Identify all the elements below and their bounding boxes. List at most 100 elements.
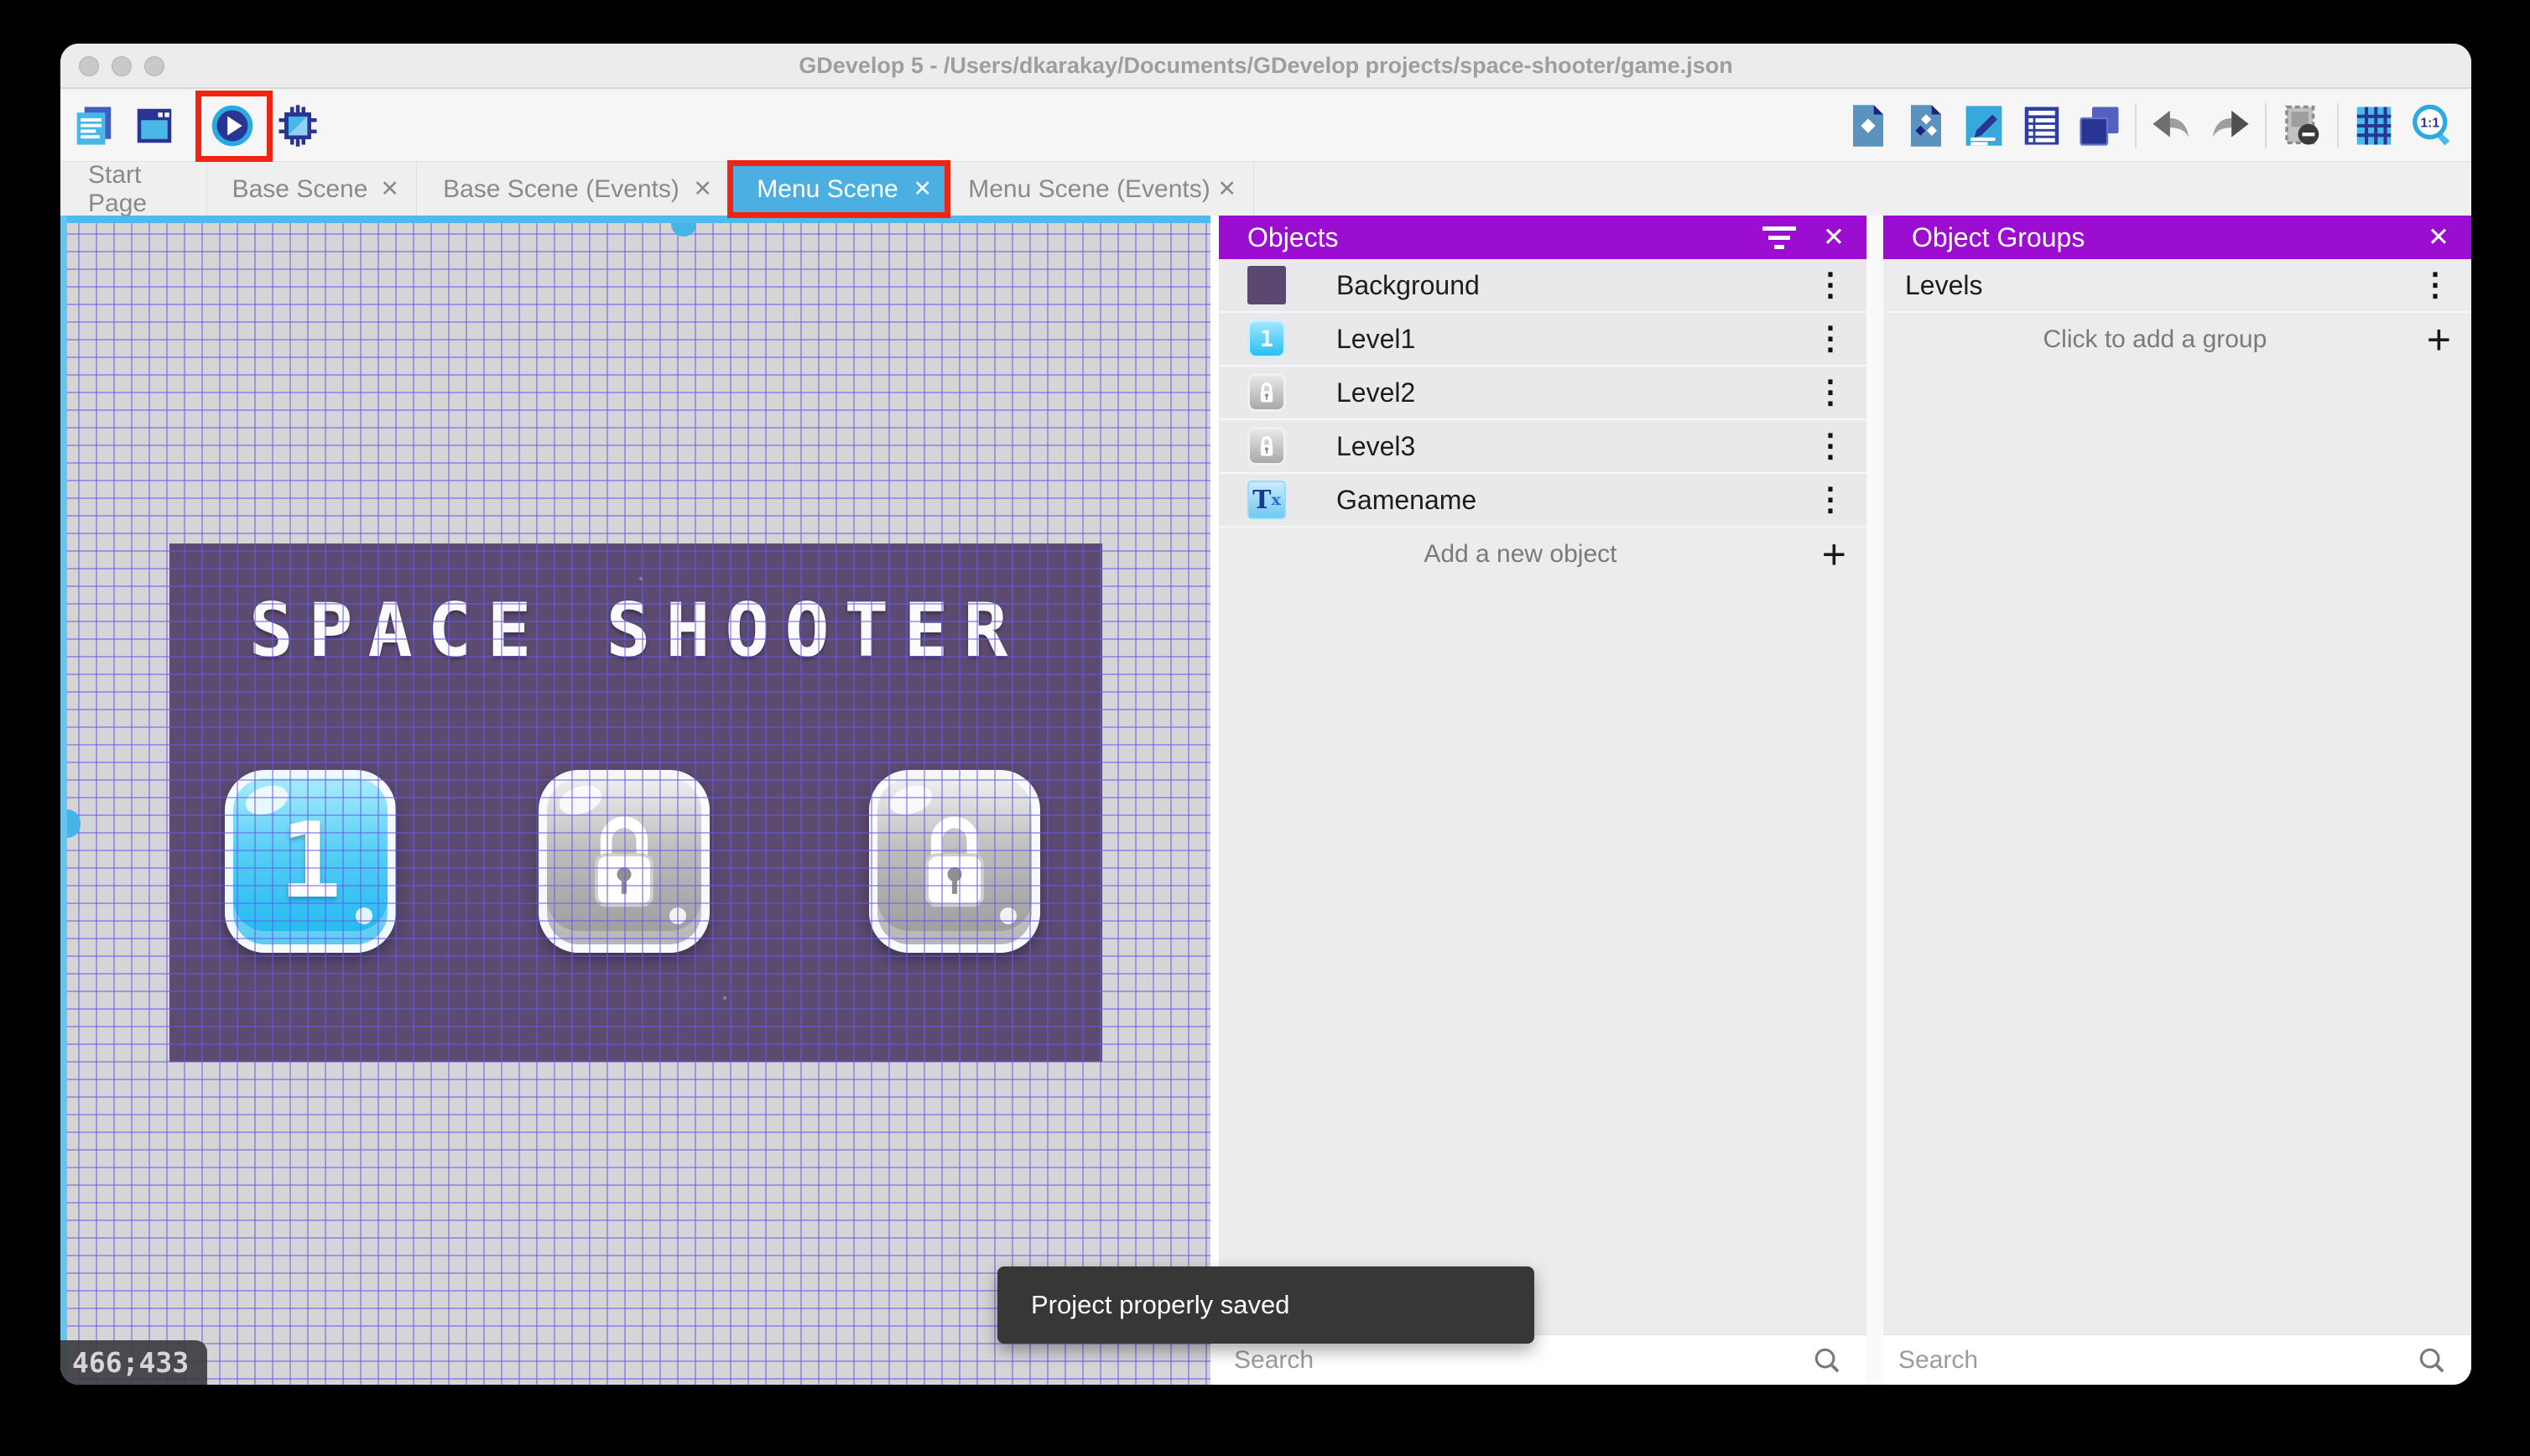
tab-menu-scene[interactable]: Menu Scene ✕ (730, 162, 949, 216)
main-toolbar: 1:1 (60, 91, 2471, 161)
objects-search-input[interactable] (1219, 1344, 1811, 1375)
toggle-instances-list-button[interactable] (2019, 103, 2064, 148)
play-preview-button[interactable] (210, 103, 255, 148)
vertical-scroll-handle[interactable] (67, 809, 81, 838)
toolbar-separator (2135, 103, 2137, 148)
add-group-row[interactable]: Click to add a group + (1883, 313, 2471, 367)
scene-window-icon (137, 108, 172, 143)
group-name: Levels (1905, 269, 1983, 300)
object-menu-icon[interactable]: ⋮ (1814, 484, 1846, 516)
objects-page-icon (1853, 105, 1883, 147)
object-menu-icon[interactable]: ⋮ (1814, 377, 1846, 408)
search-icon (2419, 1348, 2444, 1372)
redo-button[interactable] (2207, 103, 2252, 148)
title-bar: GDevelop 5 - /Users/dkarakay/Documents/G… (60, 44, 2471, 89)
tab-base-scene-events[interactable]: Base Scene (Events) ✕ (417, 162, 730, 216)
tab-close-icon[interactable]: ✕ (913, 176, 932, 202)
lock-icon (595, 816, 653, 907)
grid-icon (2356, 107, 2392, 145)
object-row-level2[interactable]: Level2 ⋮ (1219, 367, 1866, 420)
group-menu-icon[interactable]: ⋮ (2419, 269, 2451, 301)
scene-title-text-object[interactable]: SPACE SHOOTER (169, 587, 1102, 673)
toolbar-separator (2337, 103, 2339, 148)
add-object-row[interactable]: Add a new object + (1219, 528, 1866, 581)
plus-icon[interactable]: + (1822, 533, 1846, 575)
redo-icon (2212, 111, 2249, 138)
vertical-scrollbar[interactable] (60, 216, 67, 1385)
tab-base-scene[interactable]: Base Scene ✕ (207, 162, 417, 216)
object-row-gamename[interactable]: Tx Gamename ⋮ (1219, 474, 1866, 528)
objects-panel: Objects ✕ Background ⋮ 1 Level1 ⋮ Level2… (1219, 216, 1866, 1385)
toggle-object-groups-panel-button[interactable] (1903, 103, 1949, 148)
tab-label: Base Scene (232, 174, 368, 203)
object-row-background[interactable]: Background ⋮ (1219, 259, 1866, 313)
object-groups-panel: Object Groups ✕ Levels ⋮ Click to add a … (1883, 216, 2471, 1385)
start-page-button[interactable] (132, 103, 177, 148)
toast-message: Project properly saved (1031, 1290, 1290, 1319)
objects-panel-title: Objects (1247, 221, 1339, 252)
object-menu-icon[interactable]: ⋮ (1814, 269, 1846, 301)
toggle-grid-button[interactable] (2351, 103, 2397, 148)
object-name: Level1 (1336, 323, 1416, 354)
object-row-level1[interactable]: 1 Level1 ⋮ (1219, 313, 1866, 367)
undo-button[interactable] (2149, 103, 2194, 148)
lock-icon (1260, 436, 1273, 456)
debug-chip-icon (279, 105, 317, 147)
level1-number: 1 (279, 801, 342, 922)
level2-locked-button-object[interactable] (539, 770, 710, 953)
properties-pencil-icon (1965, 106, 2002, 146)
project-manager-icon (76, 107, 112, 145)
add-group-label: Click to add a group (2043, 325, 2267, 353)
object-name: Gamename (1336, 484, 1477, 515)
scene-background-object[interactable]: SPACE SHOOTER 1 (169, 543, 1102, 1062)
toggle-window-mask-button[interactable] (2279, 103, 2324, 148)
object-name: Background (1336, 269, 1480, 300)
screenshot-root: { "window": { "title": "GDevelop 5 - /Us… (0, 0, 2530, 1456)
groups-search-input[interactable] (1883, 1344, 2416, 1375)
filter-icon[interactable] (1761, 226, 1798, 249)
close-icon[interactable]: ✕ (2428, 222, 2449, 252)
level1-button-object[interactable]: 1 (225, 770, 396, 953)
object-menu-icon[interactable]: ⋮ (1814, 323, 1846, 355)
search-icon (1814, 1348, 1840, 1372)
tab-label: Start Page (88, 160, 148, 217)
plus-icon[interactable]: + (2427, 319, 2451, 361)
zoom-window-button[interactable] (144, 56, 164, 76)
zoom-1-1-icon: 1:1 (2413, 104, 2450, 146)
horizontal-scroll-handle[interactable] (671, 223, 696, 237)
project-manager-button[interactable] (71, 103, 117, 148)
zoom-original-button[interactable]: 1:1 (2409, 103, 2455, 148)
debug-button[interactable] (275, 103, 320, 148)
toggle-objects-panel-button[interactable] (1845, 103, 1891, 148)
toolbar-left-group (71, 91, 320, 161)
lock-icon (1260, 382, 1273, 403)
tab-label: Menu Scene (757, 174, 898, 203)
tab-start-page[interactable]: Start Page (73, 160, 207, 217)
layers-icon (2080, 107, 2119, 146)
group-row-levels[interactable]: Levels ⋮ (1883, 259, 2471, 313)
toggle-layers-panel-button[interactable] (2077, 103, 2122, 148)
tab-label: Base Scene (Events) (443, 174, 679, 203)
toggle-properties-panel-button[interactable] (1961, 103, 2007, 148)
panel-divider (1210, 216, 1219, 1385)
tab-close-icon[interactable]: ✕ (693, 176, 712, 202)
toolbar-separator (2265, 103, 2267, 148)
gdevelop-window: GDevelop 5 - /Users/dkarakay/Documents/G… (60, 44, 2471, 1385)
object-row-level3[interactable]: Level3 ⋮ (1219, 420, 1866, 474)
tab-close-icon[interactable]: ✕ (1217, 176, 1236, 202)
close-window-button[interactable] (79, 56, 99, 76)
lock-icon (925, 816, 984, 907)
close-icon[interactable]: ✕ (1823, 222, 1845, 252)
tab-close-icon[interactable]: ✕ (380, 176, 399, 202)
level3-locked-button-object[interactable] (869, 770, 1040, 953)
play-icon (211, 105, 253, 147)
save-toast: Project properly saved (997, 1266, 1534, 1344)
groups-search-bar (1883, 1334, 2471, 1385)
scene-canvas[interactable]: SPACE SHOOTER 1 466;433 (60, 216, 1210, 1385)
minimize-window-button[interactable] (112, 56, 132, 76)
object-groups-panel-header: Object Groups ✕ (1883, 216, 2471, 259)
level1-thumbnail: 1 (1247, 320, 1286, 358)
tab-menu-scene-events[interactable]: Menu Scene (Events) ✕ (949, 162, 1254, 216)
object-menu-icon[interactable]: ⋮ (1814, 430, 1846, 462)
horizontal-scrollbar[interactable] (60, 216, 1210, 223)
